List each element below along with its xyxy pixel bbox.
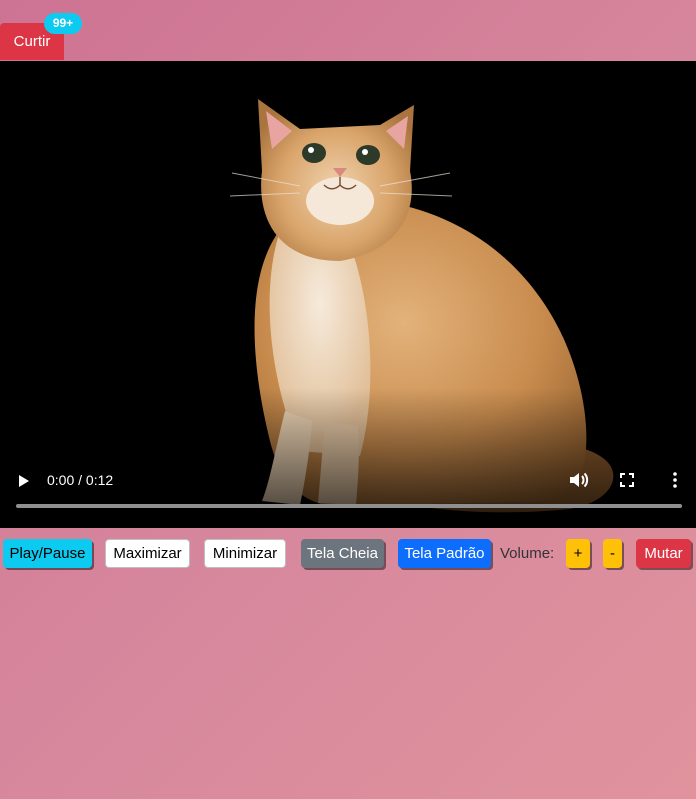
video-progress-bar[interactable] (16, 504, 682, 508)
volume-down-button[interactable]: - (603, 539, 622, 568)
mute-button[interactable]: Mutar (636, 539, 691, 568)
video-player[interactable] (0, 61, 696, 528)
more-vert-icon[interactable] (670, 472, 680, 488)
volume-label: Volume: (500, 545, 555, 562)
like-count-badge: 99+ (44, 13, 82, 34)
fullscreen-button[interactable]: Tela Cheia (301, 539, 384, 568)
play-pause-button[interactable]: Play/Pause (3, 539, 92, 568)
minimize-button[interactable]: Minimizar (204, 539, 286, 568)
play-icon[interactable] (17, 474, 31, 488)
maximize-button[interactable]: Maximizar (105, 539, 190, 568)
default-screen-button[interactable]: Tela Padrão (398, 539, 491, 568)
video-time-display: 0:00 / 0:12 (47, 472, 114, 488)
volume-icon[interactable] (569, 471, 589, 489)
video-frame-cat-image (0, 61, 696, 528)
fullscreen-icon[interactable] (620, 473, 634, 487)
volume-up-button[interactable]: + (566, 539, 590, 568)
